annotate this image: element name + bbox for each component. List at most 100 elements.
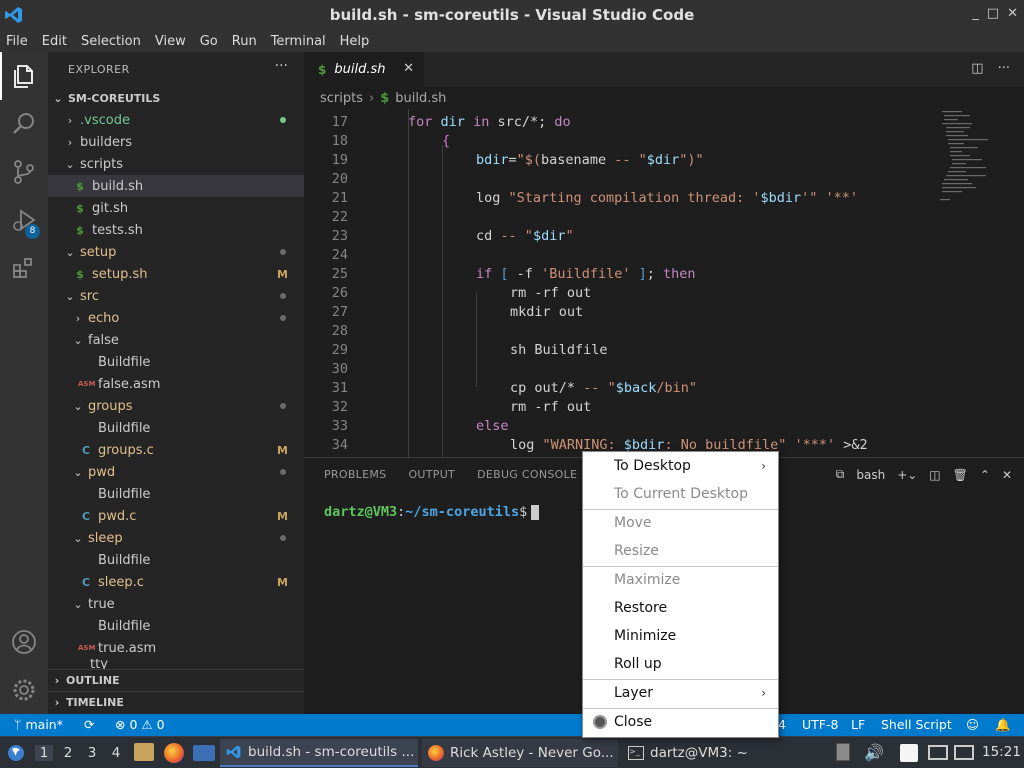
run-debug-icon[interactable] (10, 206, 38, 234)
timeline-section[interactable]: › TIMELINE (48, 691, 304, 713)
folder-vscode[interactable]: › .vscode (48, 109, 304, 131)
menu-terminal[interactable]: Terminal (271, 34, 326, 49)
network-icon[interactable] (954, 745, 974, 760)
tab-problems[interactable]: PROBLEMS (324, 468, 386, 481)
menu-item-roll-up[interactable]: Roll up (583, 650, 778, 678)
terminal-prompt[interactable]: dartz@VM3:~/sm-coreutils$ (324, 504, 540, 520)
file-buildfile[interactable]: Buildfile (48, 483, 304, 505)
trash-icon[interactable]: 🗑 (953, 468, 968, 482)
menu-item-minimize[interactable]: Minimize (583, 622, 778, 650)
maximize-panel-icon[interactable]: ⌃ (980, 468, 990, 482)
split-terminal-icon[interactable]: ◫ (929, 468, 940, 482)
folder-groups[interactable]: ⌄ groups (48, 395, 304, 417)
indentation-indicator[interactable]: 4 (778, 717, 786, 732)
folder-true[interactable]: ⌄ true (48, 593, 304, 615)
more-actions-icon[interactable]: ··· (998, 61, 1010, 76)
clipboard-icon[interactable] (836, 743, 850, 761)
menu-item-layer[interactable]: Layer › (583, 679, 778, 707)
encoding-indicator[interactable]: UTF-8 (802, 717, 838, 732)
file-tests-sh[interactable]: $ tests.sh (48, 219, 304, 241)
menu-go[interactable]: Go (200, 34, 218, 49)
code-editor[interactable]: 17 for dir in src/*; do 18{ 19 bdir="$(bas… (304, 109, 934, 457)
file-groups-c[interactable]: C groups.c M (48, 439, 304, 461)
minimize-window-button[interactable]: _ (972, 6, 979, 21)
extensions-icon[interactable] (10, 254, 38, 282)
source-control-icon[interactable] (10, 158, 38, 186)
notes-icon[interactable] (900, 744, 918, 762)
folder-tty[interactable]: tty (48, 659, 304, 669)
file-buildfile[interactable]: Buildfile (48, 351, 304, 373)
outline-section[interactable]: › OUTLINE (48, 669, 304, 691)
file-build-sh[interactable]: $ build.sh (48, 175, 304, 197)
file-sleep-c[interactable]: C sleep.c M (48, 571, 304, 593)
branch-indicator[interactable]: ᛘ main* (14, 717, 63, 732)
menu-edit[interactable]: Edit (42, 34, 67, 49)
tab-build-sh[interactable]: $ build.sh ✕ (304, 52, 424, 87)
new-terminal-icon[interactable]: +⌄ (897, 468, 917, 482)
settings-gear-icon[interactable] (10, 676, 38, 704)
folder-builders[interactable]: › builders (48, 131, 304, 153)
shell-selector[interactable]: bash (856, 468, 885, 482)
task-terminal[interactable]: >_ dartz@VM3: ~ (622, 739, 818, 767)
task-firefox[interactable]: Rick Astley - Never Go... (422, 739, 618, 767)
folder-src[interactable]: ⌄ src (48, 285, 304, 307)
clock[interactable]: 15:21 (982, 744, 1021, 760)
breadcrumb-file[interactable]: build.sh (395, 91, 446, 106)
menu-run[interactable]: Run (232, 34, 257, 49)
task-vscode[interactable]: build.sh - sm-coreutils ... (220, 739, 418, 767)
file-buildfile[interactable]: Buildfile (48, 615, 304, 637)
close-window-button[interactable]: ✕ (1007, 6, 1018, 21)
folder-sleep[interactable]: ⌄ sleep (48, 527, 304, 549)
start-menu-icon[interactable] (6, 743, 26, 763)
search-icon[interactable] (10, 110, 38, 138)
notifications-bell-icon[interactable]: 🔔 (995, 717, 1011, 733)
split-editor-icon[interactable]: ◫ (971, 61, 983, 76)
file-pwd-c[interactable]: C pwd.c M (48, 505, 304, 527)
firefox-icon[interactable] (164, 743, 184, 763)
chevron-down-icon: ⌄ (73, 465, 83, 479)
breadcrumb-folder[interactable]: scripts (320, 91, 363, 106)
eol-indicator[interactable]: LF (851, 717, 865, 732)
explorer-icon[interactable] (10, 62, 38, 90)
close-panel-icon[interactable]: ✕ (1002, 468, 1012, 482)
feedback-icon[interactable]: ☺ (966, 717, 979, 732)
workspace-1[interactable]: 1 (35, 745, 53, 761)
chevron-right-icon: › (761, 459, 766, 473)
file-false-asm[interactable]: ASM false.asm (48, 373, 304, 395)
file-git-sh[interactable]: $ git.sh (48, 197, 304, 219)
menu-selection[interactable]: Selection (81, 34, 141, 49)
workspace-2[interactable]: 2 (59, 745, 77, 761)
language-indicator[interactable]: Shell Script (881, 717, 952, 732)
close-tab-icon[interactable]: ✕ (403, 61, 414, 76)
folder-false[interactable]: ⌄ false (48, 329, 304, 351)
window-manager-icon[interactable] (193, 745, 215, 761)
workspace-root[interactable]: ⌄ SM-COREUTILS (48, 87, 304, 109)
minimap[interactable] (934, 109, 1010, 457)
workspace-4[interactable]: 4 (107, 745, 125, 761)
volume-icon[interactable]: 🔊 (864, 743, 884, 762)
menu-item-restore[interactable]: Restore (583, 594, 778, 622)
more-actions-button[interactable]: ··· (275, 58, 288, 74)
folder-scripts[interactable]: ⌄ scripts (48, 153, 304, 175)
folder-pwd[interactable]: ⌄ pwd (48, 461, 304, 483)
maximize-window-button[interactable]: □ (987, 6, 999, 21)
tab-debug-console[interactable]: DEBUG CONSOLE (477, 468, 577, 481)
folder-setup[interactable]: ⌄ setup (48, 241, 304, 263)
file-buildfile[interactable]: Buildfile (48, 549, 304, 571)
tab-output[interactable]: OUTPUT (408, 468, 455, 481)
account-icon[interactable] (10, 628, 38, 656)
menu-help[interactable]: Help (340, 34, 370, 49)
problems-indicator[interactable]: ⊗ 0 ⚠ 0 (115, 717, 165, 732)
file-setup-sh[interactable]: $ setup.sh M (48, 263, 304, 285)
file-buildfile[interactable]: Buildfile (48, 417, 304, 439)
menu-view[interactable]: View (155, 34, 186, 49)
folder-echo[interactable]: › echo (48, 307, 304, 329)
menu-item-to-desktop[interactable]: To Desktop › (583, 452, 778, 480)
workspace-3[interactable]: 3 (83, 745, 101, 761)
file-true-asm[interactable]: ASM true.asm (48, 637, 304, 659)
file-manager-icon[interactable] (134, 743, 154, 761)
menu-file[interactable]: File (6, 34, 28, 49)
menu-item-close[interactable]: Close (583, 708, 778, 736)
sync-icon[interactable]: ⟳ (84, 717, 94, 732)
display-icon[interactable] (928, 745, 948, 760)
